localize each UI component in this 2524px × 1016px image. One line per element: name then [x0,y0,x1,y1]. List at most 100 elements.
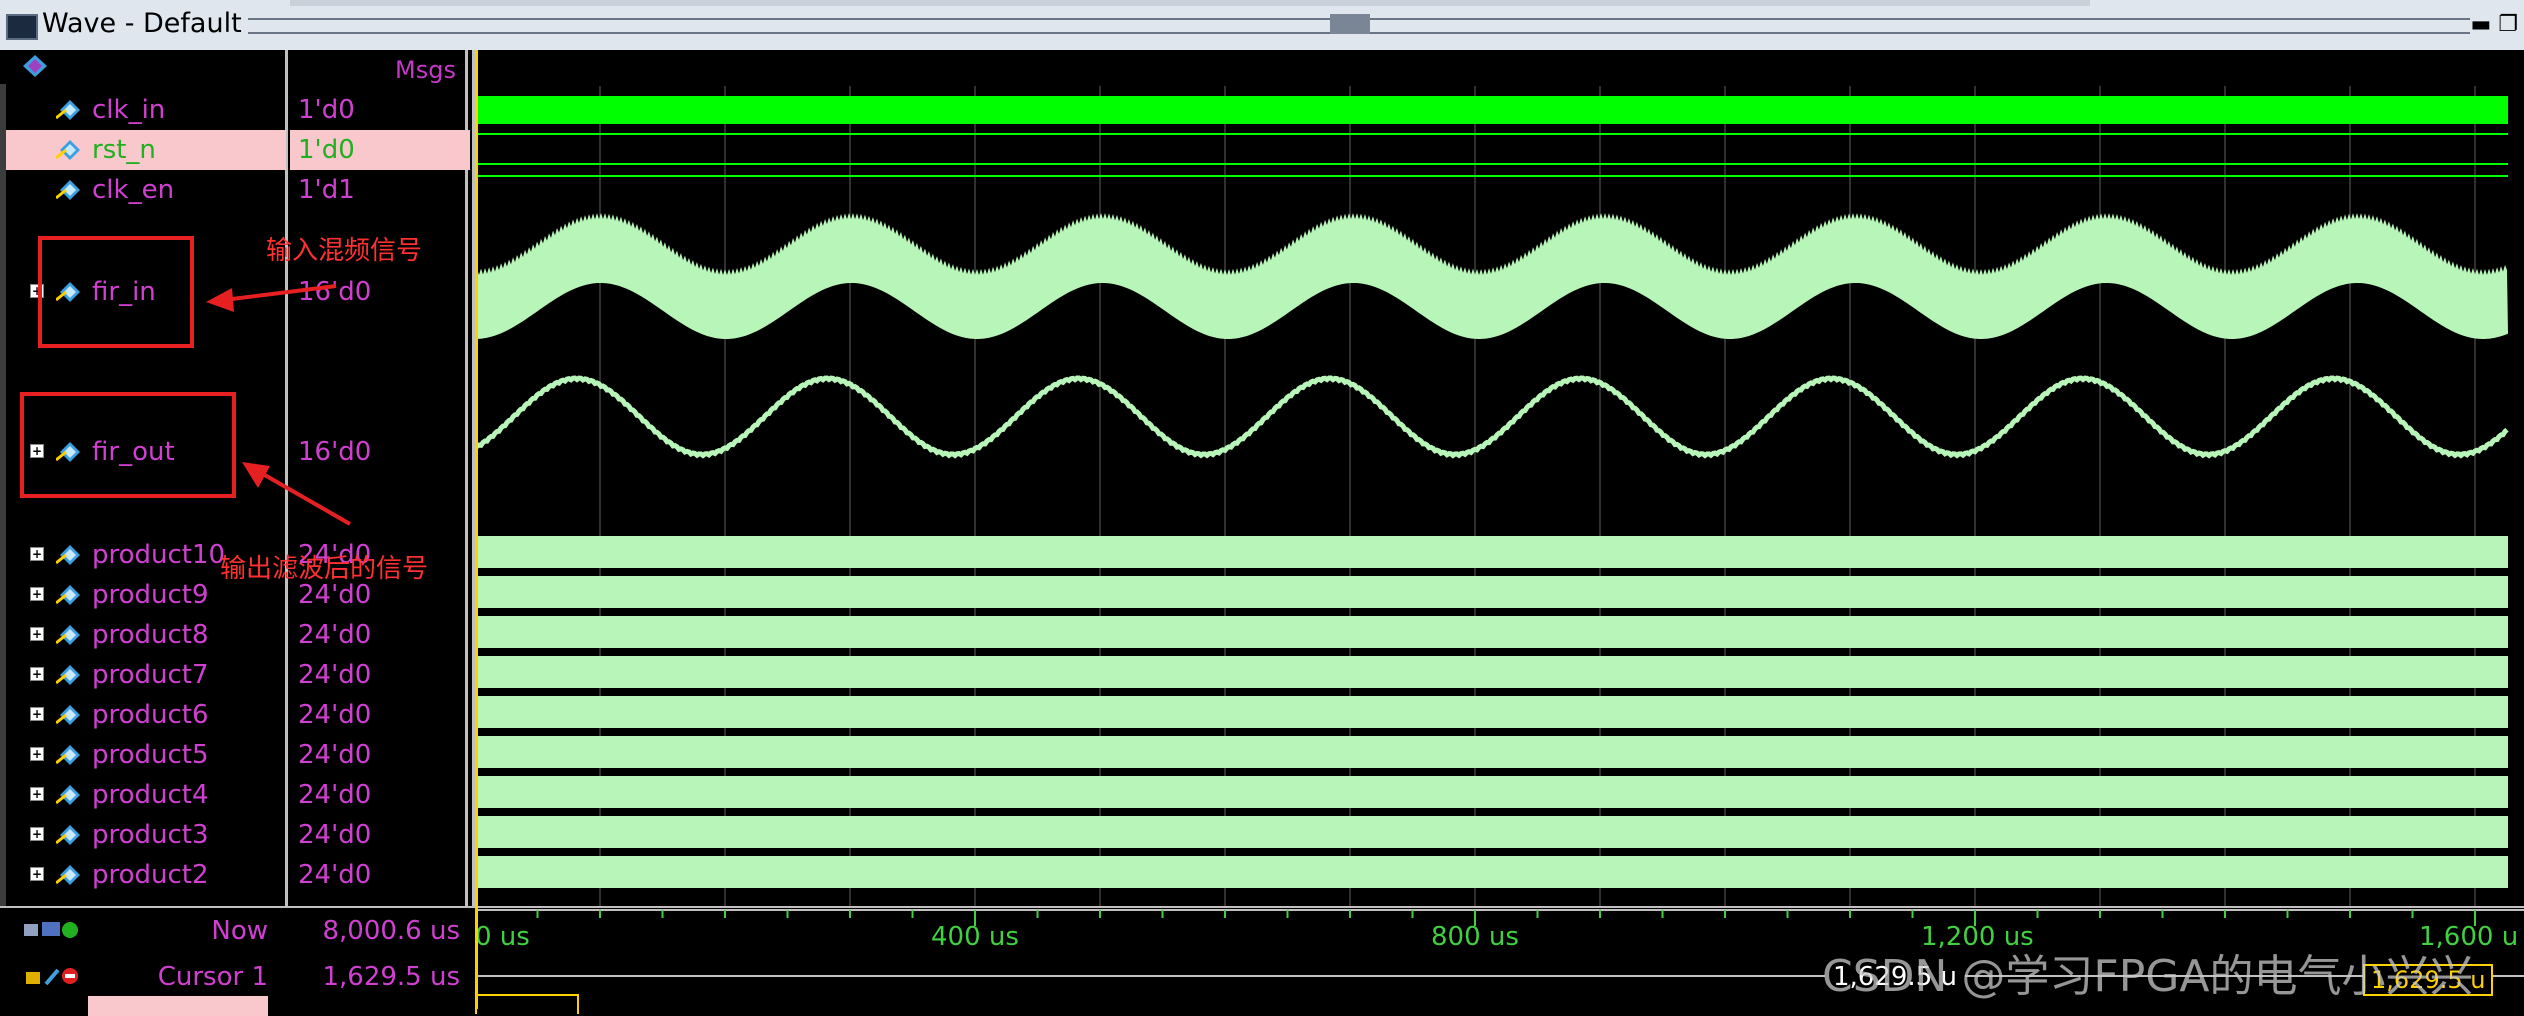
signal-value: 24'd0 [298,780,372,810]
signal-value-cell: 1'd1 [290,170,470,210]
msgs-header: Msgs [395,56,456,84]
signal-group-icon[interactable] [22,54,48,78]
signal-name: clk_in [92,95,166,125]
signal-name-cell[interactable]: + product6 [6,695,286,735]
tick-label: 800 us [1431,922,1519,952]
waveform-area[interactable] [475,86,2524,906]
fir-out-annotation: 输出滤波后的信号 [220,554,429,584]
fir-in-highlight-box [38,236,194,348]
signal-value: 24'd0 [298,700,372,730]
signal-name-cell[interactable]: rst_n [6,130,286,170]
signal-value-cell: 24'd0 [290,615,470,655]
cursor-line[interactable] [475,50,478,1009]
wave-clk_in [475,96,2508,124]
signal-name: rst_n [92,135,156,165]
signal-name: product9 [92,580,209,610]
signal-name-cell[interactable]: + product4 [6,775,286,815]
window-title: Wave - Default [42,8,248,39]
window-titlebar: Wave - Default ▬ ❐ [0,0,2524,52]
signal-value-cell: 24'd0 [290,735,470,775]
tick-label: 0 us [475,922,530,952]
signal-diamond-icon [56,825,80,845]
signal-row-product2[interactable]: + product2 24'd0 [6,855,466,895]
signal-name: product5 [92,740,209,770]
cursor2-row[interactable] [88,996,268,1016]
window-buttons: ▬ ❐ [2470,12,2518,37]
signal-name-cell[interactable]: + product7 [6,655,286,695]
signal-diamond-icon [56,745,80,765]
expand-icon[interactable]: + [30,547,44,561]
expand-icon[interactable]: + [30,787,44,801]
expand-icon[interactable]: + [30,707,44,721]
signal-selected-icon [56,140,80,160]
now-row: Now 8,000.6 us [6,908,466,952]
signal-value: 24'd0 [298,660,372,690]
signal-value: 24'd0 [298,740,372,770]
signal-name: product10 [92,540,226,570]
signal-row-product4[interactable]: + product4 24'd0 [6,775,466,815]
cursor1-label[interactable]: Cursor 1 [6,962,268,992]
minimize-icon[interactable]: ▬ [2470,12,2491,37]
signal-value-cell: 24'd0 [290,775,470,815]
signal-name-cell[interactable]: + product3 [6,815,286,855]
signal-diamond-icon [56,180,80,200]
fir-out-highlight-box [20,392,236,498]
fir-in-annotation: 输入混频信号 [266,236,423,266]
signal-diamond-icon [56,705,80,725]
cursor2-marker[interactable] [475,994,579,1014]
wave-fir_in [475,213,2508,339]
wave-bus-product5 [475,736,2508,768]
signal-row-product5[interactable]: + product5 24'd0 [6,735,466,775]
signal-value-cell: 1'd0 [290,130,470,170]
signal-name: product8 [92,620,209,650]
signal-value: 1'd0 [298,135,355,165]
signal-row-clk_en[interactable]: clk_en 1'd1 [6,170,466,210]
signal-name: product2 [92,860,209,890]
signal-name-cell[interactable]: clk_in [6,90,286,130]
signal-value: 24'd0 [298,860,372,890]
signal-diamond-icon [56,100,80,120]
signal-value: 16'd0 [298,277,372,307]
signal-name: product6 [92,700,209,730]
signal-name-cell[interactable]: clk_en [6,170,286,210]
signal-row-product6[interactable]: + product6 24'd0 [6,695,466,735]
expand-icon[interactable]: + [30,587,44,601]
signal-name-cell[interactable]: + product2 [6,855,286,895]
expand-icon[interactable]: + [30,667,44,681]
signal-name: product4 [92,780,209,810]
wave-bus-product6 [475,696,2508,728]
now-label: Now [211,916,268,946]
signal-name-cell[interactable]: + product8 [6,615,286,655]
signal-value: 24'd0 [298,820,372,850]
signal-row-product7[interactable]: + product7 24'd0 [6,655,466,695]
tick-label: 400 us [931,922,1019,952]
expand-icon[interactable]: + [30,867,44,881]
signal-diamond-icon [56,865,80,885]
signal-row-product8[interactable]: + product8 24'd0 [6,615,466,655]
cursor1-value[interactable]: 1,629.5 us [290,962,460,992]
signal-diamond-icon [56,785,80,805]
signal-value: 1'd0 [298,95,355,125]
signal-value: 1'd1 [298,175,355,205]
restore-icon[interactable]: ❐ [2498,12,2518,37]
wave-bus-product4 [475,776,2508,808]
now-value: 8,000.6 us [322,916,460,946]
signal-row-rst_n[interactable]: rst_n 1'd0 [6,130,470,170]
expand-icon[interactable]: + [30,747,44,761]
signal-value: 16'd0 [298,437,372,467]
signal-name-cell[interactable]: + product5 [6,735,286,775]
expand-icon[interactable]: + [30,827,44,841]
signal-value-cell: 1'd0 [290,90,470,130]
wave-bus-product3 [475,816,2508,848]
signal-row-product3[interactable]: + product3 24'd0 [6,815,466,855]
wave-bus-product7 [475,656,2508,688]
wave-bus-product2 [475,856,2508,888]
signal-value-cell: 24'd0 [290,695,470,735]
signal-diamond-icon [56,625,80,645]
signal-value-cell: 24'd0 [290,655,470,695]
header-row [0,50,2524,84]
grip-handle[interactable] [1330,14,1370,34]
signal-row-clk_in[interactable]: clk_in 1'd0 [6,90,466,130]
expand-icon[interactable]: + [30,627,44,641]
watermark: CSDN @学习FPGA的电气小兴兴 [1822,951,2474,1002]
